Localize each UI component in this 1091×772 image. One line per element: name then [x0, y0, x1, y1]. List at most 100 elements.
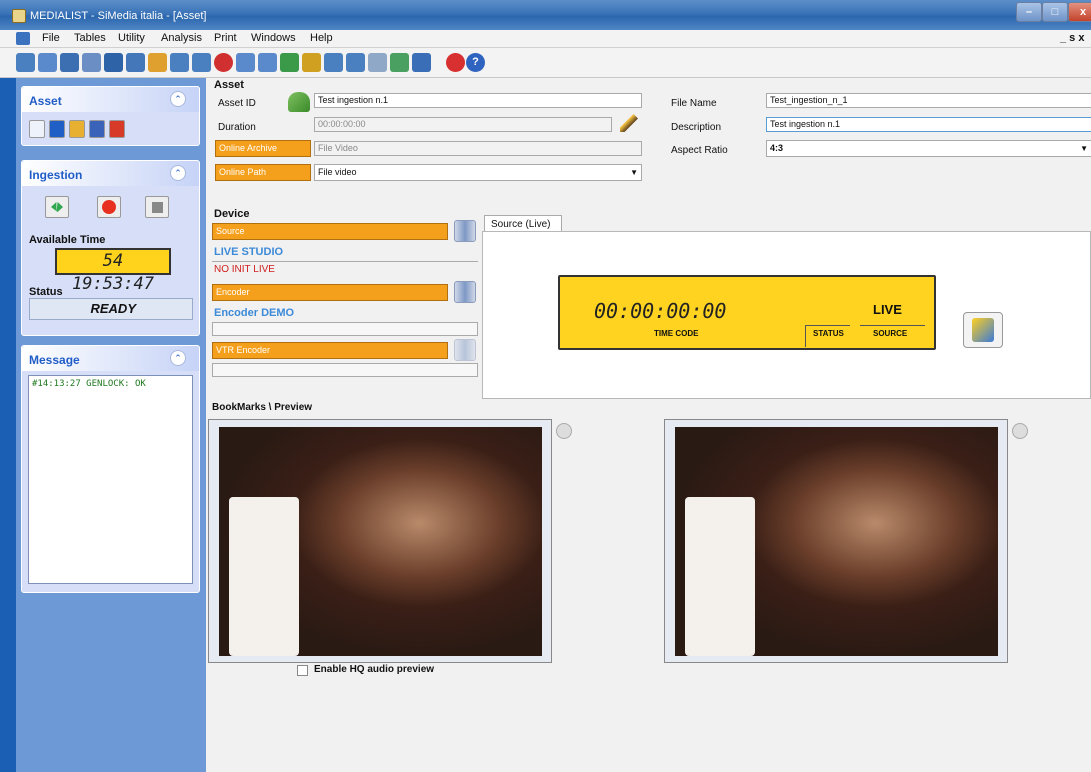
pencil-icon[interactable]: [620, 114, 638, 132]
maximize-button[interactable]: □: [1042, 2, 1068, 22]
online-archive-label: Online Archive: [215, 140, 311, 157]
main-area: Asset Asset ID Test ingestion n.1 Durati…: [206, 78, 1091, 772]
record-button[interactable]: [97, 196, 121, 218]
app-icon[interactable]: [12, 9, 26, 23]
file-name-field[interactable]: Test_ingestion_n_1: [766, 93, 1091, 108]
encoder-device-button[interactable]: [454, 281, 476, 303]
network-icon[interactable]: [324, 53, 343, 72]
source-label: Source: [212, 223, 448, 240]
asset-icon[interactable]: [60, 53, 79, 72]
vtr-device-button[interactable]: [454, 339, 476, 361]
users-edit-icon[interactable]: [38, 53, 57, 72]
new-document-icon[interactable]: [29, 120, 45, 138]
book-icon[interactable]: [390, 53, 409, 72]
asset-panel-header[interactable]: Asset ⌃: [22, 87, 199, 112]
message-panel-title: Message: [29, 353, 80, 367]
asset-section-title: Asset: [214, 79, 244, 91]
report-icon[interactable]: [236, 53, 255, 72]
menu-analysis[interactable]: Analysis: [161, 32, 202, 44]
source-value: LIVE: [873, 302, 902, 317]
menu-windows[interactable]: Windows: [251, 32, 296, 44]
analysis-icon[interactable]: [258, 53, 277, 72]
timecode-value: 00:00:00:00: [594, 299, 727, 323]
export-icon[interactable]: [192, 53, 211, 72]
flag-icon[interactable]: [49, 120, 65, 138]
download-icon[interactable]: [288, 92, 310, 112]
stop-button[interactable]: [145, 196, 169, 218]
mdi-window-controls[interactable]: _ ѕ x: [1060, 32, 1084, 44]
bookmark-radio-in[interactable]: [556, 423, 572, 439]
start-ingestion-button[interactable]: [963, 312, 1003, 348]
save-icon[interactable]: [89, 120, 105, 138]
gear-icon[interactable]: [412, 53, 431, 72]
preview-frame-out[interactable]: [664, 419, 1008, 663]
sidebar: Asset ⌃ Ingestion ⌃ Available Time 54 19…: [16, 78, 206, 772]
file-name-label: File Name: [671, 98, 717, 109]
open-folder-icon[interactable]: [69, 120, 85, 138]
close-button[interactable]: x: [1068, 2, 1091, 22]
source-tab-bar: Source (Live): [484, 215, 1091, 232]
status-label: Status: [29, 286, 63, 298]
preview-image: [219, 427, 542, 656]
preview-frame-in[interactable]: [208, 419, 552, 663]
copy-icon[interactable]: [126, 53, 145, 72]
hq-audio-checkbox[interactable]: [297, 665, 308, 676]
source-device-button[interactable]: [454, 220, 476, 242]
tab-source-live[interactable]: Source (Live): [484, 215, 562, 232]
collapse-icon[interactable]: ⌃: [170, 91, 186, 107]
source-device-name: LIVE STUDIO: [214, 246, 284, 258]
record-icon[interactable]: [214, 53, 233, 72]
folder-icon[interactable]: [104, 53, 123, 72]
divider: [805, 325, 850, 326]
collapse-icon[interactable]: ⌃: [170, 165, 186, 181]
message-panel-header[interactable]: Message ⌃: [22, 346, 199, 371]
toolbar: ?: [0, 48, 1091, 78]
play-icon[interactable]: [45, 196, 69, 218]
asset-panel-title: Asset: [29, 94, 62, 108]
minimize-button[interactable]: –: [1016, 2, 1042, 22]
import-icon[interactable]: [170, 53, 189, 72]
divider: [860, 325, 925, 326]
power-icon[interactable]: [446, 53, 465, 72]
duration-field[interactable]: 00:00:00:00: [314, 117, 612, 132]
asset-panel: Asset ⌃: [21, 86, 200, 146]
collapse-icon[interactable]: ⌃: [170, 350, 186, 366]
menu-file[interactable]: File: [42, 32, 60, 44]
document-icon[interactable]: [16, 32, 30, 45]
chart-icon[interactable]: [280, 53, 299, 72]
aspect-ratio-label: Aspect Ratio: [671, 145, 728, 156]
vtr-status-box: [212, 363, 478, 377]
message-line: #14:13:27 GENLOCK: OK: [32, 379, 146, 389]
menu-help[interactable]: Help: [310, 32, 333, 44]
hq-audio-label: Enable HQ audio preview: [314, 664, 435, 675]
online-path-dropdown[interactable]: File video ▼: [314, 164, 642, 181]
help-icon[interactable]: ?: [466, 53, 485, 72]
calendar-icon[interactable]: [368, 53, 387, 72]
power-icon[interactable]: [109, 120, 125, 138]
encoder-label: Encoder: [212, 284, 448, 301]
asset-id-field[interactable]: Test ingestion n.1: [314, 93, 642, 108]
asset-id-label: Asset ID: [218, 98, 256, 109]
menu-utility[interactable]: Utility: [118, 32, 145, 44]
preview-image: [675, 427, 998, 656]
users-icon[interactable]: [16, 53, 35, 72]
online-archive-field[interactable]: File Video: [314, 141, 642, 156]
description-field[interactable]: Test ingestion n.1: [766, 117, 1091, 132]
money-icon[interactable]: [302, 53, 321, 72]
playing-card: [685, 497, 755, 656]
message-log[interactable]: #14:13:27 GENLOCK: OK: [28, 375, 193, 584]
menu-print[interactable]: Print: [214, 32, 237, 44]
ingestion-panel-header[interactable]: Ingestion ⌃: [22, 161, 199, 186]
archive-icon[interactable]: [82, 53, 101, 72]
divider: [805, 325, 806, 347]
bookmark-radio-out[interactable]: [1012, 423, 1028, 439]
encoder-status-box: [212, 322, 478, 336]
tree-icon[interactable]: [346, 53, 365, 72]
transfer-icon[interactable]: [148, 53, 167, 72]
menu-tables[interactable]: Tables: [74, 32, 106, 44]
source-label: SOURCE: [873, 329, 908, 338]
vtr-encoder-label: VTR Encoder: [212, 342, 448, 359]
aspect-ratio-dropdown[interactable]: 4:3 ▼: [766, 140, 1091, 157]
description-label: Description: [671, 122, 722, 133]
record-icon: [102, 200, 116, 214]
